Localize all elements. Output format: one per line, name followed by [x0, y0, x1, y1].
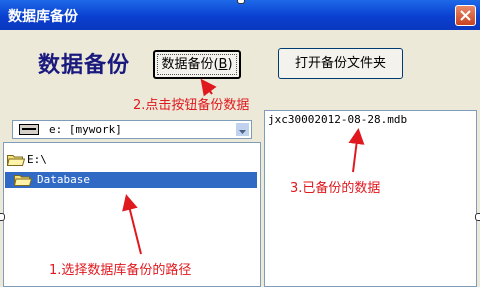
- resize-handle-right[interactable]: [475, 213, 480, 221]
- arrow-step2: [200, 78, 217, 97]
- arrow-step3: [348, 128, 365, 173]
- resize-handle-top[interactable]: [237, 0, 245, 4]
- backup-window: 数据库备份 数据备份 数据备份(B) 打开备份文件夹 2.点击按钮备份数据 e:…: [0, 0, 480, 287]
- resize-handle-left[interactable]: [0, 213, 5, 221]
- arrow-step1: [122, 194, 142, 255]
- annotation-arrows: [122, 78, 365, 255]
